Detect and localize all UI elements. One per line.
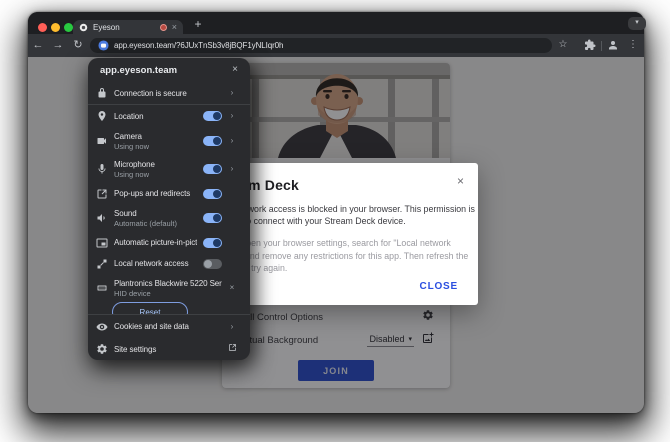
permission-sublabel: Using now	[114, 169, 150, 179]
permission-label: Local network access	[114, 259, 189, 268]
profile-avatar[interactable]	[605, 37, 621, 53]
device-remove-icon[interactable]: ×	[228, 283, 236, 293]
dialog-close-button[interactable]: CLOSE	[420, 281, 458, 292]
hid-device-row[interactable]: Plantronics Blackwire 5220 Series HID de…	[88, 274, 250, 302]
site-favicon-icon	[98, 40, 109, 51]
extensions-icon[interactable]	[582, 37, 598, 53]
chevron-right-icon: ›	[230, 321, 234, 331]
tab-close-button[interactable]: ×	[172, 22, 177, 32]
permission-row-popups[interactable]: Pop-ups and redirects	[88, 183, 250, 204]
close-window-button[interactable]	[38, 23, 47, 32]
permission-label: Camera	[114, 131, 142, 141]
tab-strip: Eyeson × + ▾	[28, 12, 646, 34]
permission-row-local-network[interactable]: Local network access	[88, 253, 250, 274]
reset-permissions-button[interactable]: Reset permissions	[112, 302, 188, 314]
camera-toggle[interactable]	[203, 136, 222, 146]
popups-toggle[interactable]	[203, 188, 222, 199]
camera-icon	[96, 135, 108, 147]
gear-icon	[96, 343, 108, 355]
minimize-window-button[interactable]	[51, 23, 60, 32]
device-label: Plantronics Blackwire 5220 Series	[114, 278, 222, 288]
dialog-close-icon[interactable]: ×	[457, 175, 464, 187]
local-network-icon	[96, 258, 108, 270]
device-sublabel: HID device	[114, 288, 151, 298]
permission-sublabel: Automatic (default)	[114, 218, 177, 228]
reload-button[interactable]: ↻	[70, 37, 86, 53]
permission-row-location[interactable]: Location ›	[88, 105, 250, 127]
desktop-background: Eyeson × + ▾ ← → ↻ app.eyeson.team/?6JUx…	[0, 0, 670, 442]
popup-close-icon[interactable]: ×	[232, 65, 238, 75]
permission-label: Pop-ups and redirects	[114, 189, 191, 198]
back-button[interactable]: ←	[30, 37, 46, 53]
connection-secure-row[interactable]: Connection is secure ›	[88, 82, 250, 104]
tab-search-button[interactable]: ▾	[628, 17, 646, 30]
permission-label: Microphone	[114, 159, 155, 169]
url-text: app.eyeson.team/?6JUxTnSb3v8jBQF1yNLIqr0…	[114, 41, 284, 50]
browser-menu-button[interactable]: ⋮	[625, 37, 641, 53]
connection-secure-label: Connection is secure	[114, 88, 187, 98]
cookies-row[interactable]: Cookies and site data ›	[88, 315, 250, 338]
chevron-right-icon: ›	[230, 136, 234, 145]
eyeson-favicon-icon	[79, 23, 88, 31]
permission-row-camera[interactable]: Camera Using now ›	[88, 127, 250, 155]
reset-permissions-clip: Reset permissions	[88, 302, 250, 314]
chevron-right-icon: ›	[230, 88, 234, 97]
site-permissions-popup: app.eyeson.team × Connection is secure ›…	[88, 58, 250, 360]
cookies-label: Cookies and site data	[114, 322, 189, 331]
hid-device-icon	[96, 282, 108, 294]
permission-label: Location	[114, 111, 144, 121]
new-tab-button[interactable]: +	[190, 17, 206, 32]
pip-toggle[interactable]	[203, 237, 222, 248]
sound-icon	[96, 212, 108, 224]
popups-icon	[96, 188, 108, 200]
zoom-window-button[interactable]	[64, 23, 73, 32]
permission-sublabel: Using now	[114, 141, 150, 151]
external-link-icon	[228, 343, 236, 355]
permission-label: Automatic picture-in-pict...	[114, 238, 197, 247]
lock-icon	[96, 87, 108, 99]
forward-button[interactable]: →	[50, 37, 66, 53]
recording-indicator-icon	[159, 23, 167, 31]
browser-toolbar: ← → ↻ app.eyeson.team/?6JUxTnSb3v8jBQF1y…	[28, 34, 644, 57]
picture-in-picture-icon	[96, 237, 108, 249]
browser-window: Eyeson × + ▾ ← → ↻ app.eyeson.team/?6JUx…	[28, 12, 646, 413]
microphone-toggle[interactable]	[203, 164, 222, 174]
location-icon	[96, 110, 108, 122]
site-settings-row[interactable]: Site settings	[88, 338, 250, 360]
location-toggle[interactable]	[203, 111, 222, 121]
tab-eyeson[interactable]: Eyeson ×	[73, 20, 183, 34]
address-bar[interactable]: app.eyeson.team/?6JUxTnSb3v8jBQF1yNLIqr0…	[90, 38, 552, 53]
microphone-icon	[96, 163, 108, 175]
local-network-toggle[interactable]	[203, 258, 222, 269]
permission-row-pip[interactable]: Automatic picture-in-pict...	[88, 232, 250, 253]
cookies-eye-icon	[96, 321, 108, 333]
chevron-right-icon: ›	[230, 164, 234, 173]
popup-header: app.eyeson.team ×	[88, 58, 250, 82]
chevron-right-icon: ›	[230, 111, 234, 120]
toolbar-divider	[601, 41, 602, 51]
window-controls	[38, 23, 73, 32]
tab-title: Eyeson	[93, 22, 120, 32]
permission-row-microphone[interactable]: Microphone Using now ›	[88, 155, 250, 183]
site-origin: app.eyeson.team	[100, 64, 178, 76]
permission-label: Sound	[114, 208, 137, 218]
bookmark-star-icon[interactable]: ☆	[555, 37, 571, 53]
site-settings-label: Site settings	[114, 344, 157, 354]
permission-row-sound[interactable]: Sound Automatic (default)	[88, 204, 250, 232]
sound-toggle[interactable]	[203, 213, 222, 223]
